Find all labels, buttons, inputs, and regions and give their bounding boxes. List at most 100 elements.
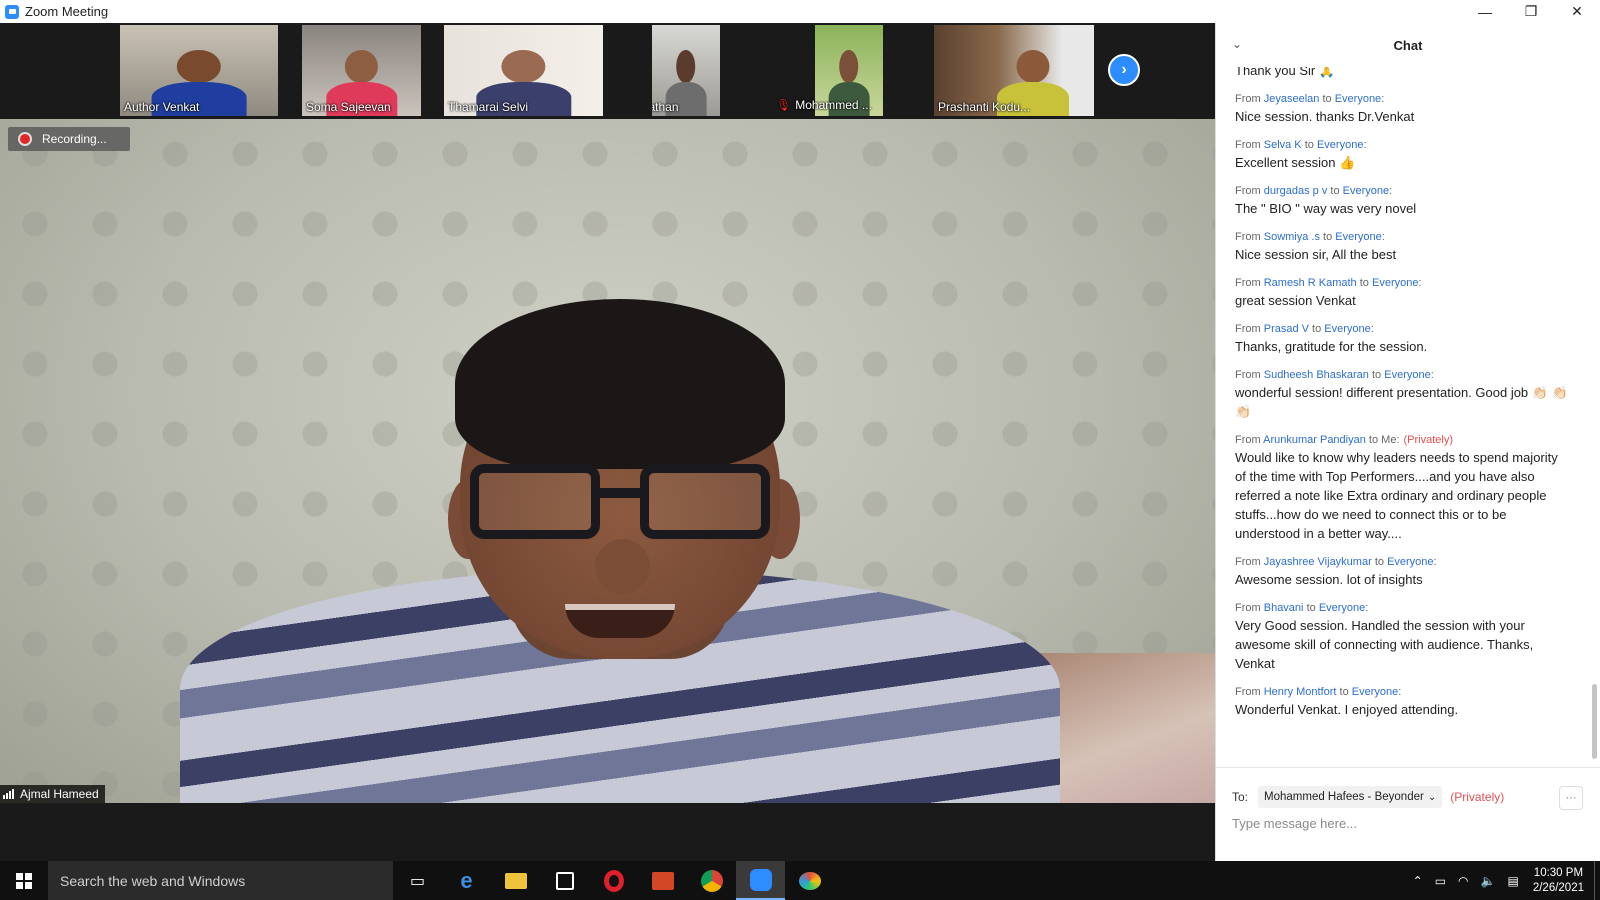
sender-name[interactable]: Jeyaseelan [1264,93,1320,105]
start-button[interactable] [0,861,48,900]
store-icon[interactable] [540,861,589,900]
recipient-name[interactable]: Everyone [1324,323,1370,335]
restore-button[interactable]: ❐ [1508,0,1554,23]
message-text: Thanks, gratitude for the session. [1235,339,1428,354]
muted-mic-icon: 🎙 [776,98,792,112]
message-header: From Prasad V to Everyone: [1235,323,1374,335]
sender-name[interactable]: Jayashree Vijaykumar [1264,556,1372,568]
sender-name[interactable]: Bhavani [1264,602,1304,614]
system-tray: ⌃ ▭ ◠ 🔈 ▤ 10:30 PM 2/26/2021 [1407,861,1600,900]
recipient-name[interactable]: Everyone [1343,185,1389,197]
participant-name: Viswanathan [652,100,679,114]
video-area: Author Venkat Soma Sajeevan Thamarai Sel… [0,23,1215,861]
chat-message: From Jayashree Vijaykumar to Everyone: Aw… [1235,554,1570,589]
chevron-right-icon: › [1121,61,1127,78]
active-speaker-video: Recording... Ajmal Hameed [0,119,1215,803]
recipient-name[interactable]: Everyone [1384,369,1430,381]
participant-thumbnail[interactable]: Thamarai Selvi [444,25,603,116]
to-label: to [1306,602,1316,614]
from-label: From [1235,231,1261,243]
recipient-name: Me [1381,434,1397,446]
next-page-button[interactable]: › [1108,54,1140,86]
chat-scrollbar[interactable] [1592,73,1597,759]
message-text: Wonderful Venkat. I enjoyed attending. [1235,702,1459,717]
record-icon [18,132,32,146]
battery-icon[interactable]: ▭ [1435,874,1446,888]
task-view-icon[interactable]: ▭ [393,861,442,900]
opera-icon[interactable] [589,861,638,900]
show-desktop-button[interactable] [1594,861,1600,900]
wifi-icon[interactable]: ◠ [1458,874,1468,888]
message-text: Nice session sir, All the best [1235,247,1397,262]
from-label: From [1235,323,1261,335]
minimize-button[interactable]: — [1462,0,1508,23]
recipient-name[interactable]: Everyone [1335,231,1381,243]
message-text: wonderful session! different presentatio… [1235,385,1568,419]
chat-message: From Sudheesh Bhaskaran to Everyone: wond… [1235,367,1570,421]
chat-message: Thank you Sir 🙏 [1235,67,1570,80]
chevron-down-icon[interactable]: ⌄ [1232,37,1242,51]
chevron-down-icon: ⌄ [1427,791,1437,803]
participant-thumbnail[interactable]: Soma Sajeevan [302,25,421,116]
recording-indicator[interactable]: Recording... [8,127,130,151]
from-label: From [1235,556,1261,568]
participant-name: Author Venkat [124,100,200,114]
from-label: From [1235,686,1261,698]
message-header: From Henry Montfort to Everyone: [1235,686,1402,698]
notifications-icon[interactable]: ▤ [1507,874,1518,888]
recipient-name[interactable]: Everyone [1387,556,1433,568]
message-header: From Sowmiya .s to Everyone: [1235,231,1385,243]
message-text: Thank you Sir 🙏 [1235,67,1336,78]
sender-name[interactable]: Arunkumar Pandiyan [1263,434,1366,446]
file-explorer-icon[interactable] [491,861,540,900]
sender-name[interactable]: Sowmiya .s [1264,231,1320,243]
recipient-name[interactable]: Everyone [1317,139,1363,151]
participant-thumbnail[interactable]: Viswanathan [652,25,720,116]
sender-name[interactable]: durgadas p v [1264,185,1328,197]
recipient-name[interactable]: Everyone [1372,277,1418,289]
recipient-row: To: Mohammed Hafees - Beyonder ⌄ (Privat… [1232,786,1504,808]
message-header: From Ramesh R Kamath to Everyone: [1235,277,1422,289]
sender-name[interactable]: Prasad V [1264,323,1309,335]
recipient-name[interactable]: Everyone [1319,602,1365,614]
message-text: The " BIO " way was very novel [1235,201,1417,216]
to-label: to [1312,323,1322,335]
chat-messages[interactable]: Thank you Sir 🙏 From Jeyaseelan to Every… [1216,67,1600,759]
recipient-name[interactable]: Everyone [1352,686,1398,698]
chat-header: ⌄ Chat [1216,23,1600,67]
to-label: to [1374,556,1384,568]
windows-logo-icon [16,872,32,889]
scrollbar-thumb[interactable] [1592,684,1597,759]
chevron-up-icon[interactable]: ⌃ [1413,874,1423,888]
participant-thumbnail[interactable]: Author Venkat [120,25,278,116]
from-label: From [1235,277,1261,289]
more-options-button[interactable]: ··· [1559,786,1583,810]
participant-thumbnail[interactable]: Prashanti Kodu... [934,25,1094,116]
to-label: to [1359,277,1369,289]
zoom-icon[interactable] [736,861,785,900]
signal-strength-icon [3,789,14,799]
message-text: Nice session. thanks Dr.Venkat [1235,109,1415,124]
powerpoint-icon[interactable] [638,861,687,900]
message-input[interactable] [1232,810,1572,836]
sender-name[interactable]: Sudheesh Bhaskaran [1264,369,1369,381]
message-text: great session Venkat [1235,293,1356,308]
message-header: From Selva K to Everyone: [1235,139,1367,151]
sender-name[interactable]: Selva K [1264,139,1302,151]
close-button[interactable]: ✕ [1554,0,1600,23]
message-text: Awesome session. lot of insights [1235,572,1423,587]
edge-icon[interactable]: e [442,861,491,900]
sender-name[interactable]: Henry Montfort [1264,686,1337,698]
recipient-name[interactable]: Everyone [1335,93,1381,105]
chrome-icon[interactable] [687,861,736,900]
chat-message: From durgadas p v to Everyone: The " BIO … [1235,183,1570,218]
sender-name[interactable]: Ramesh R Kamath [1264,277,1357,289]
recipient-dropdown[interactable]: Mohammed Hafees - Beyonder ⌄ [1258,786,1443,808]
volume-icon[interactable]: 🔈 [1481,874,1496,888]
chat-title: Chat [1393,37,1423,53]
chat-message: From Bhavani to Everyone: Very Good sessi… [1235,600,1570,673]
taskbar-search[interactable]: Search the web and Windows [48,861,393,900]
paint-icon[interactable] [785,861,834,900]
from-label: From [1235,139,1261,151]
clock[interactable]: 10:30 PM 2/26/2021 [1533,866,1584,896]
